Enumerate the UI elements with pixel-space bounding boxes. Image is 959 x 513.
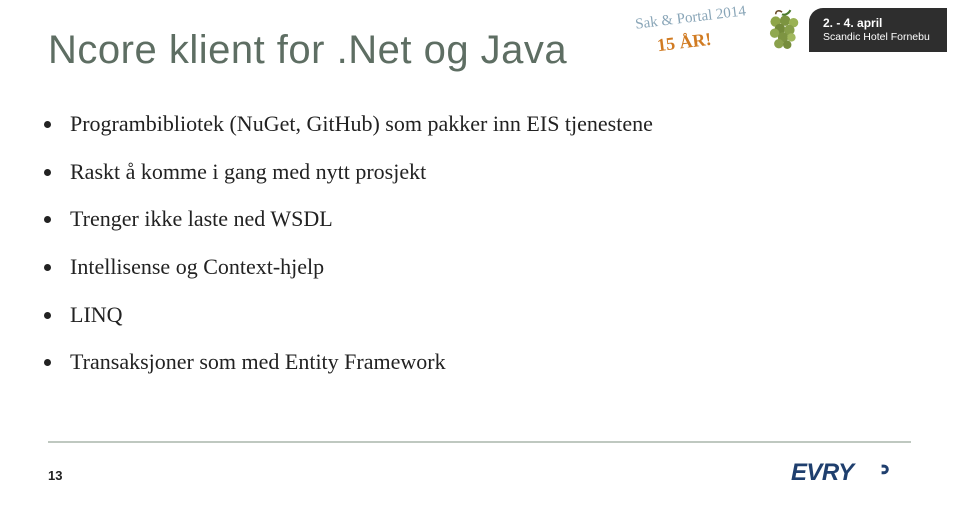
logo-text: EVRY	[791, 459, 856, 486]
evry-logo: EVRY	[791, 453, 911, 493]
list-item: Programbibliotek (NuGet, GitHub) som pak…	[64, 109, 911, 139]
date-range: 2. - 4. april	[823, 16, 933, 31]
divider	[48, 441, 911, 443]
venue: Scandic Hotel Fornebu	[823, 31, 933, 44]
event-year: 15 ÅR!	[656, 29, 713, 56]
event-badge: Sak & Portal 2014 15 ÅR!	[635, 6, 755, 58]
list-item: Intellisense og Context-hjelp	[64, 252, 911, 282]
page-number: 13	[48, 468, 62, 483]
list-item: Raskt å komme i gang med nytt prosjekt	[64, 157, 911, 187]
date-block: 2. - 4. april Scandic Hotel Fornebu	[809, 8, 947, 52]
list-item: Trenger ikke laste ned WSDL	[64, 204, 911, 234]
grapes-icon	[761, 8, 803, 50]
event-name: Sak & Portal 2014	[634, 3, 746, 33]
list-item: Transaksjoner som med Entity Framework	[64, 347, 911, 377]
list-item: LINQ	[64, 300, 911, 330]
header-badges: Sak & Portal 2014 15 ÅR! 2. - 4. april S	[635, 6, 947, 58]
bullet-list: Programbibliotek (NuGet, GitHub) som pak…	[48, 109, 911, 377]
